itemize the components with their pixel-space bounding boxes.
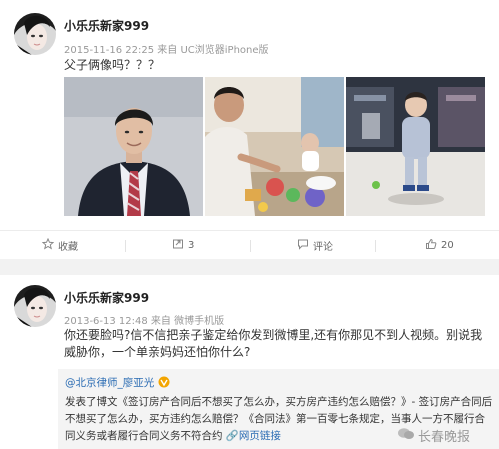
thumbs-up-icon (425, 238, 437, 253)
link-icon: 🔗 (225, 430, 239, 442)
divider (250, 240, 251, 252)
username[interactable]: 小乐乐新家999 (64, 17, 149, 34)
post-photo-2[interactable] (205, 77, 344, 216)
web-link[interactable]: 网页链接 (239, 430, 281, 442)
comment-icon (297, 238, 309, 253)
divider (125, 240, 126, 252)
divider (375, 240, 376, 252)
post-photo-1[interactable] (64, 77, 203, 216)
weibo-post-1: 小乐乐新家999 2015-11-16 22:25 来自 UC浏览器iPhone… (0, 0, 499, 259)
watermark-text: 长春晚报 (418, 430, 471, 445)
comment-button[interactable]: 评论 (297, 238, 333, 253)
quoted-author-link[interactable]: @北京律师_廖亚光 (65, 377, 154, 389)
username[interactable]: 小乐乐新家999 (64, 289, 149, 306)
repost-count: 3 (188, 240, 195, 251)
like-count: 20 (441, 240, 454, 251)
post-text: 你还要脸吗?信不信把亲子鉴定给你发到微博里,还有你那见不到人视频。别说我威胁你，… (64, 328, 483, 359)
chat-bubble-icon (397, 427, 415, 445)
favorite-label: 收藏 (58, 242, 78, 253)
star-icon (41, 237, 55, 253)
post-photo-3[interactable] (346, 77, 485, 216)
comment-label: 评论 (313, 242, 333, 253)
post-text: 父子俩像吗？？？ (64, 58, 161, 72)
like-button[interactable]: 20 (425, 238, 454, 253)
weibo-post-2: 小乐乐新家999 2013-6-13 12:48 来自 微博手机版 你还要脸吗?… (0, 275, 499, 449)
post-action-bar: 收藏 3 评论 20 (0, 230, 499, 259)
user-avatar[interactable] (14, 285, 56, 327)
favorite-button[interactable]: 收藏 (41, 237, 78, 253)
repost-icon (172, 238, 184, 253)
post-timestamp-source[interactable]: 2013-6-13 12:48 来自 微博手机版 (64, 312, 224, 327)
user-avatar[interactable] (14, 13, 56, 55)
repost-button[interactable]: 3 (172, 238, 194, 253)
post-timestamp-source[interactable]: 2015-11-16 22:25 来自 UC浏览器iPhone版 (64, 41, 269, 56)
watermark: 长春晚报 (397, 426, 470, 445)
vip-badge-icon (158, 376, 170, 394)
